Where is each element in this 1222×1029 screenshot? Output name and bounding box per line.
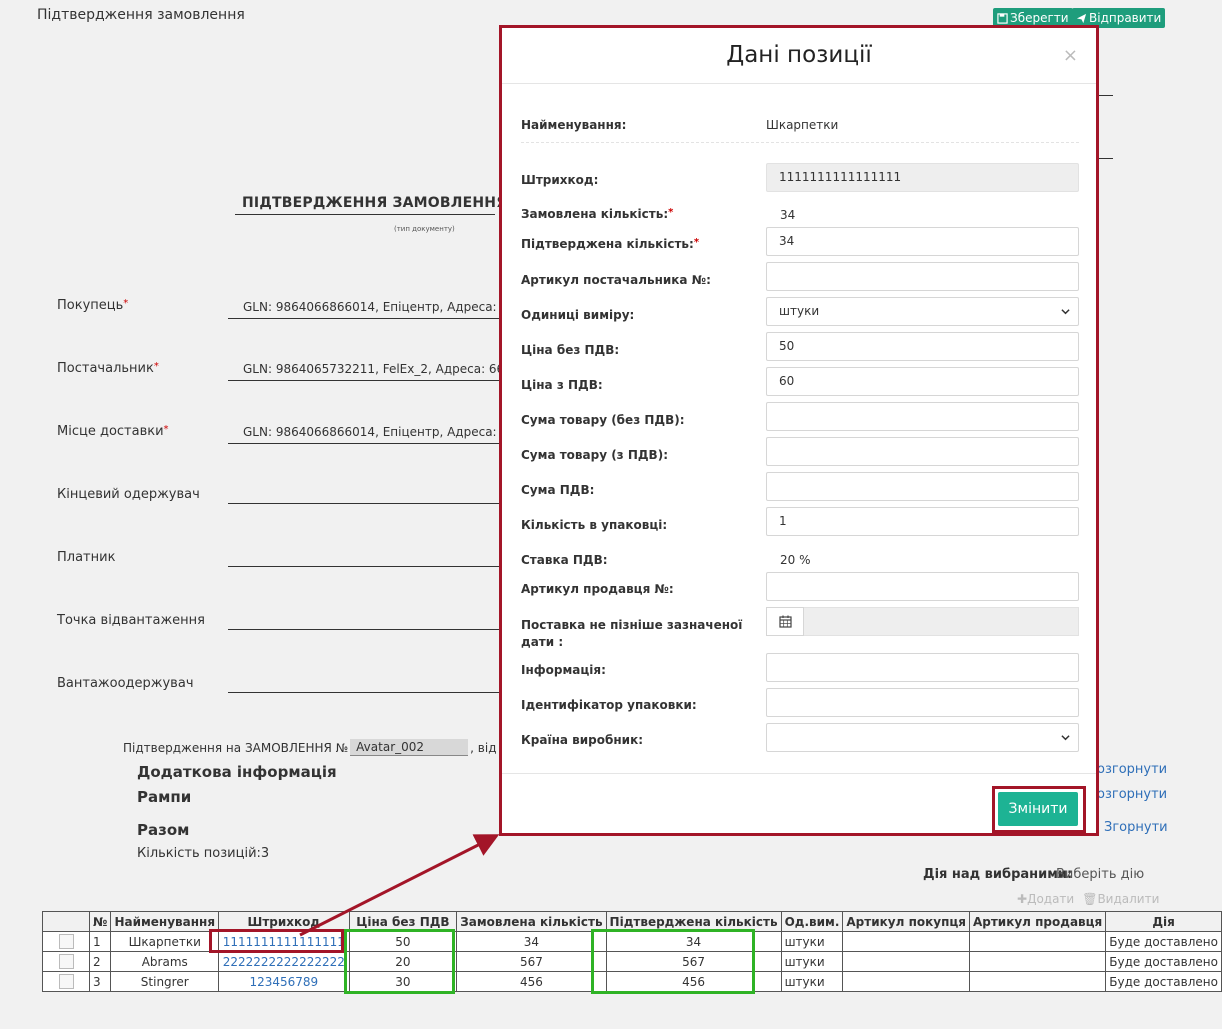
ordered-qty-label: Замовлена кількість:* <box>521 207 674 221</box>
calendar-icon <box>778 615 792 628</box>
position-dialog: Дані позиції × Найменування: Шкарпетки Ш… <box>499 25 1099 836</box>
name-label: Найменування: <box>521 118 627 132</box>
delivery-date-input[interactable] <box>804 607 1079 636</box>
barcode-input[interactable]: 1111111111111111 <box>766 163 1079 192</box>
dialog-header: Дані позиції × <box>502 28 1096 84</box>
delivery-date-label: Поставка не пізніше зазначеної дати : <box>521 618 743 649</box>
calendar-button[interactable] <box>766 607 804 636</box>
sum-vat-input[interactable] <box>766 437 1079 466</box>
delivery-date-picker[interactable] <box>766 607 1079 636</box>
confirmed-qty-label: Підтверджена кількість:* <box>521 237 700 251</box>
vat-rate-label: Ставка ПДВ: <box>521 553 608 567</box>
country-select[interactable] <box>766 723 1079 752</box>
sum-no-vat-input[interactable] <box>766 402 1079 431</box>
dashed-divider <box>521 142 1079 143</box>
pack-qty-label: Кількість в упаковці: <box>521 518 668 532</box>
change-button[interactable]: Змінити <box>998 792 1078 826</box>
close-icon[interactable]: × <box>1063 45 1078 66</box>
vat-sum-label: Сума ПДВ: <box>521 483 595 497</box>
price-no-vat-input[interactable]: 50 <box>766 332 1079 361</box>
sum-vat-label: Сума товару (з ПДВ): <box>521 448 668 462</box>
chevron-down-icon <box>1061 309 1070 315</box>
sum-no-vat-label: Сума товару (без ПДВ): <box>521 413 685 427</box>
price-no-vat-label: Ціна без ПДВ: <box>521 343 620 357</box>
ordered-qty-value: 34 <box>780 208 796 222</box>
unit-select[interactable]: штуки <box>766 297 1079 326</box>
unit-select-value: штуки <box>779 304 820 318</box>
dialog-footer: Змінити <box>502 773 1096 833</box>
vat-rate-value: 20 % <box>780 553 811 567</box>
price-vat-input[interactable]: 60 <box>766 367 1079 396</box>
price-vat-label: Ціна з ПДВ: <box>521 378 603 392</box>
supplier-sku-input[interactable] <box>766 262 1079 291</box>
pack-id-input[interactable] <box>766 688 1079 717</box>
seller-sku-input[interactable] <box>766 572 1079 601</box>
chevron-down-icon <box>1061 735 1070 741</box>
info-input[interactable] <box>766 653 1079 682</box>
vat-sum-input[interactable] <box>766 472 1079 501</box>
seller-sku-label: Артикул продавця №: <box>521 582 674 596</box>
pack-qty-input[interactable]: 1 <box>766 507 1079 536</box>
info-label: Інформація: <box>521 663 606 677</box>
name-value: Шкарпетки <box>766 118 839 132</box>
barcode-label: Штрихкод: <box>521 173 599 187</box>
confirmed-qty-input[interactable]: 34 <box>766 227 1079 256</box>
dialog-title: Дані позиції <box>726 42 872 68</box>
country-label: Країна виробник: <box>521 733 644 747</box>
unit-label: Одиниці виміру: <box>521 308 635 322</box>
arrow-to-modal <box>299 834 500 937</box>
pack-id-label: Ідентифікатор упаковки: <box>521 698 697 712</box>
supplier-sku-label: Артикул постачальника №: <box>521 273 711 287</box>
